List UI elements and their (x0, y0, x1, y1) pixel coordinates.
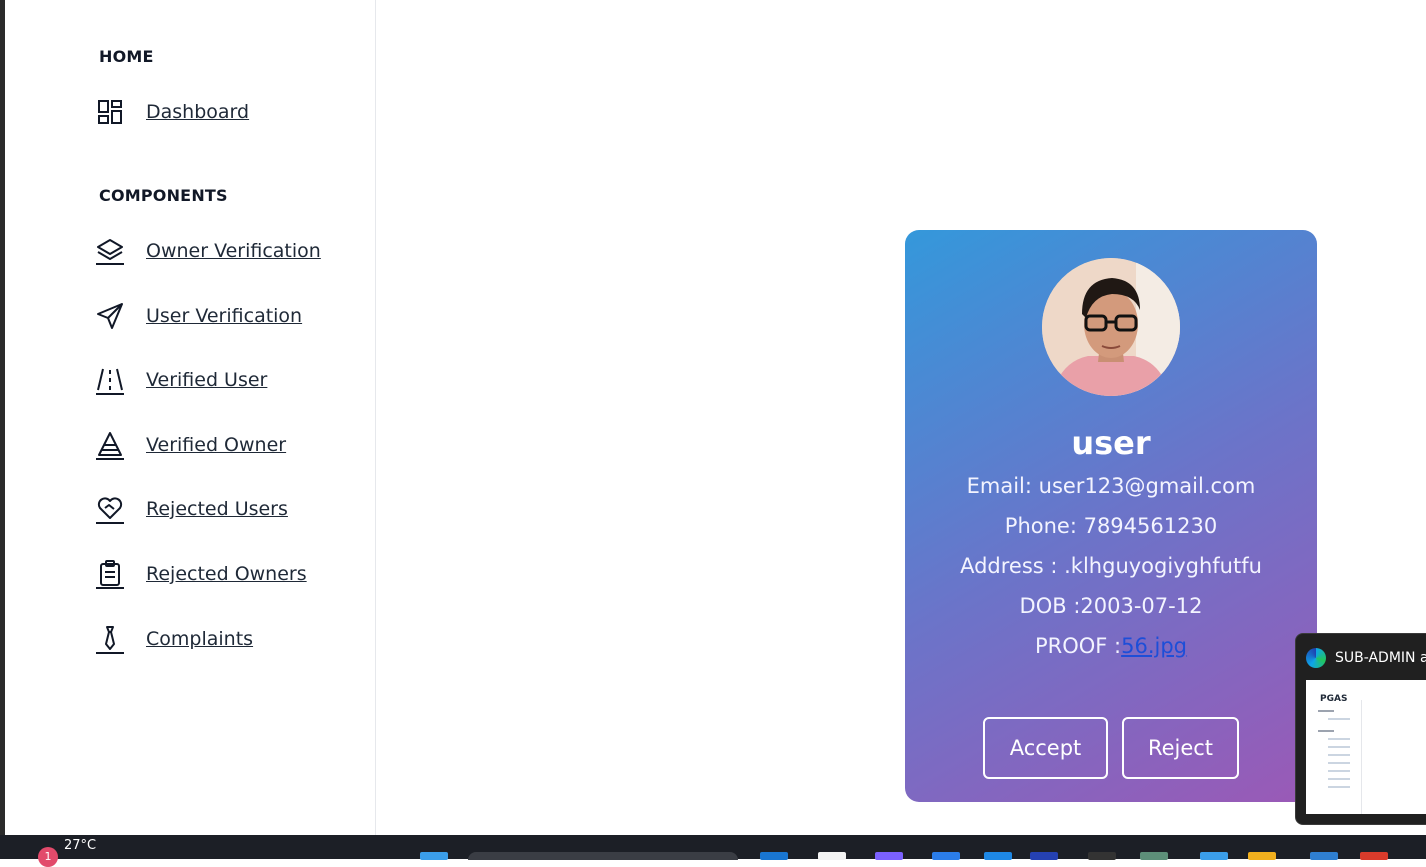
reject-button[interactable]: Reject (1122, 717, 1239, 779)
preview-divider (1361, 700, 1362, 814)
sidebar-item-verified-owner[interactable]: Verified Owner (95, 428, 286, 462)
sidebar-item-label: Rejected Owners (146, 563, 307, 585)
preview-line (1328, 746, 1350, 748)
preview-brand: PGAS (1320, 694, 1348, 704)
sidebar-item-label: Dashboard (146, 101, 250, 123)
section-title-home: HOME (99, 47, 154, 66)
tie-icon (95, 624, 125, 654)
sidebar: HOME Dashboard COMPONENTS Owner Verifica… (5, 0, 376, 835)
sidebar-item-rejected-owners[interactable]: Rejected Owners (95, 557, 307, 591)
preview-line (1328, 778, 1350, 780)
dashboard-icon (95, 97, 125, 127)
user-email: Email: user123@gmail.com (966, 474, 1256, 498)
user-proof: PROOF :56.jpg (905, 634, 1317, 658)
user-address: Address : .klhguyogiyghfutfu (960, 554, 1262, 578)
preview-line (1328, 718, 1350, 720)
notification-badge: 1 (38, 847, 58, 867)
user-name: user (1071, 424, 1151, 462)
user-phone: Phone: 7894561230 (1004, 514, 1218, 538)
sidebar-item-label: Rejected Users (146, 498, 288, 520)
sidebar-item-verified-user[interactable]: Verified User (95, 363, 267, 397)
sidebar-item-label: Owner Verification (146, 240, 321, 262)
preview-line (1328, 786, 1350, 788)
sidebar-item-complaints[interactable]: Complaints (95, 622, 253, 656)
sidebar-item-label: Complaints (146, 628, 254, 650)
clipboard-icon (95, 559, 125, 589)
send-icon (95, 301, 125, 331)
avatar (1042, 258, 1180, 396)
preview-line (1328, 754, 1350, 756)
accept-button[interactable]: Accept (983, 717, 1108, 779)
sidebar-item-user-verification[interactable]: User Verification (95, 299, 302, 333)
sidebar-item-label: User Verification (146, 305, 303, 327)
preview-title: SUB-ADMIN a (1335, 650, 1426, 666)
layers-icon (95, 236, 125, 266)
taskbar-preview-popup[interactable]: SUB-ADMIN a PGAS (1295, 633, 1426, 825)
sidebar-item-dashboard[interactable]: Dashboard (95, 95, 249, 129)
user-card: user Email: user123@gmail.com Phone: 789… (905, 230, 1317, 802)
preview-line (1328, 770, 1350, 772)
sidebar-item-label: Verified Owner (146, 434, 287, 456)
sidebar-item-rejected-users[interactable]: Rejected Users (95, 492, 288, 526)
edge-browser-icon (1306, 648, 1326, 668)
weather-temperature[interactable]: 27°C (64, 838, 96, 853)
preview-line (1318, 730, 1334, 732)
cone-icon (95, 430, 125, 460)
heart-handshake-icon (95, 494, 125, 524)
preview-line (1318, 710, 1334, 712)
section-title-components: COMPONENTS (99, 186, 228, 205)
user-dob: DOB :2003-07-12 (1019, 594, 1203, 618)
sidebar-item-label: Verified User (146, 369, 268, 391)
preview-thumbnail[interactable]: PGAS (1306, 680, 1426, 814)
sidebar-item-owner-verification[interactable]: Owner Verification (95, 234, 321, 268)
proof-link[interactable]: 56.jpg (1121, 634, 1187, 658)
proof-label: PROOF : (1034, 634, 1122, 658)
preview-line (1328, 738, 1350, 740)
road-icon (95, 365, 125, 395)
preview-line (1328, 762, 1350, 764)
